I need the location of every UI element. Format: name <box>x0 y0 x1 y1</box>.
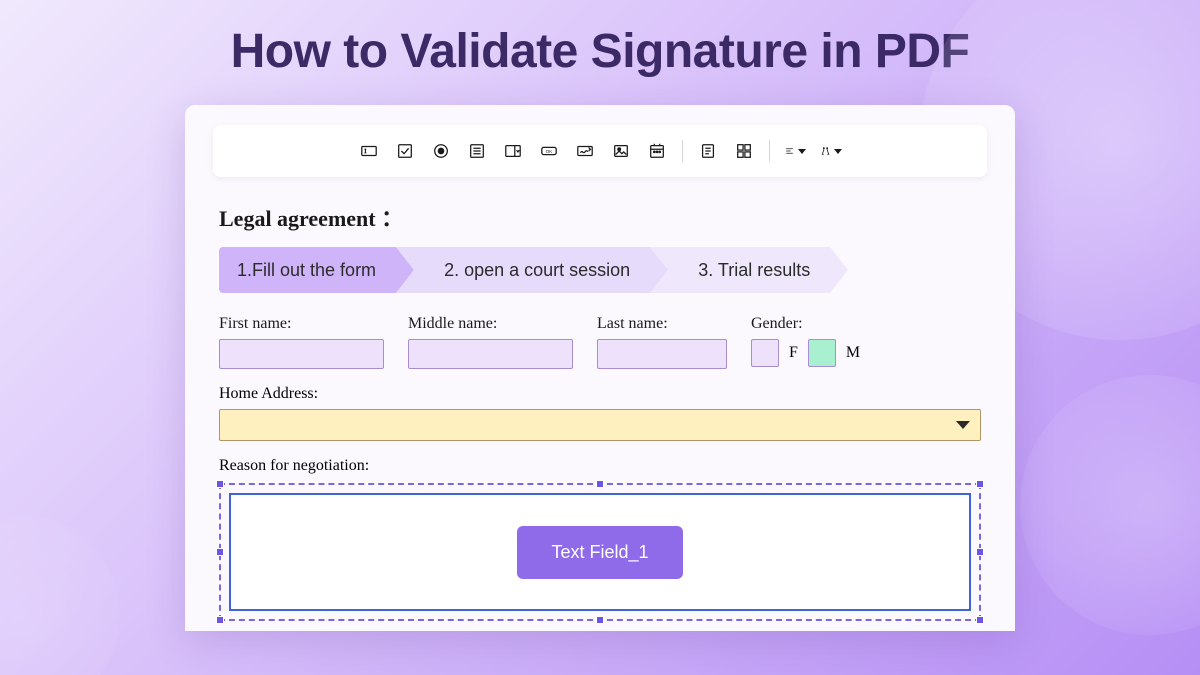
section-title: Legal agreement ： <box>185 195 1015 247</box>
middle-name-label: Middle name: <box>408 315 573 333</box>
gender-m-label: M <box>846 344 860 362</box>
resize-handle[interactable] <box>976 616 984 624</box>
gender-label: Gender: <box>751 315 860 333</box>
ok-button-icon[interactable]: OK <box>538 141 560 161</box>
step-label: 1.Fill out the form <box>237 260 376 281</box>
home-address-label: Home Address: <box>219 385 981 403</box>
resize-handle[interactable] <box>216 480 224 488</box>
bg-decoration <box>0 515 120 675</box>
middle-name-input[interactable] <box>408 339 573 369</box>
tools-icon[interactable] <box>820 141 842 161</box>
selected-field-outline[interactable]: Text Field_1 <box>219 483 981 621</box>
home-address-field: Home Address: <box>185 385 1015 457</box>
date-field-icon[interactable] <box>646 141 668 161</box>
image-field-icon[interactable] <box>610 141 632 161</box>
svg-text:OK: OK <box>546 149 553 154</box>
last-name-label: Last name: <box>597 315 727 333</box>
gender-field: Gender: F M <box>751 315 860 369</box>
first-name-label: First name: <box>219 315 384 333</box>
toolbar-separator <box>682 140 683 162</box>
radio-button-icon[interactable] <box>430 141 452 161</box>
list-box-icon[interactable] <box>466 141 488 161</box>
step-label: 3. Trial results <box>698 260 810 281</box>
resize-handle[interactable] <box>216 616 224 624</box>
step-trial-results[interactable]: 3. Trial results <box>668 247 848 293</box>
toolbar-separator <box>769 140 770 162</box>
resize-handle[interactable] <box>596 616 604 624</box>
step-court-session[interactable]: 2. open a court session <box>414 247 668 293</box>
editor-panel: OK Legal agreement ： 1.Fill out the form… <box>185 105 1015 631</box>
combo-box-icon[interactable] <box>502 141 524 161</box>
text-field-area[interactable]: Text Field_1 <box>229 493 971 611</box>
gender-m-checkbox[interactable] <box>808 339 836 367</box>
last-name-input[interactable] <box>597 339 727 369</box>
name-row: First name: Middle name: Last name: Gend… <box>185 315 1015 385</box>
resize-handle[interactable] <box>596 480 604 488</box>
first-name-input[interactable] <box>219 339 384 369</box>
page-title: How to Validate Signature in PDF <box>0 0 1200 79</box>
last-name-field: Last name: <box>597 315 727 369</box>
middle-name-field: Middle name: <box>408 315 573 369</box>
step-label: 2. open a court session <box>444 260 630 281</box>
field-placeholder-badge: Text Field_1 <box>517 526 682 579</box>
reason-label: Reason for negotiation: <box>219 457 981 475</box>
text-field-icon[interactable] <box>358 141 380 161</box>
align-icon[interactable] <box>784 141 806 161</box>
step-crumb: 1.Fill out the form 2. open a court sess… <box>185 247 1015 315</box>
chevron-down-icon <box>956 421 970 429</box>
reason-field: Reason for negotiation: Text Field_1 <box>185 457 1015 631</box>
resize-handle[interactable] <box>976 548 984 556</box>
resize-handle[interactable] <box>216 548 224 556</box>
gender-f-label: F <box>789 344 798 362</box>
first-name-field: First name: <box>219 315 384 369</box>
bg-decoration <box>1020 375 1200 635</box>
grid-view-icon[interactable] <box>733 141 755 161</box>
resize-handle[interactable] <box>976 480 984 488</box>
step-fill-form[interactable]: 1.Fill out the form <box>219 247 414 293</box>
checkbox-icon[interactable] <box>394 141 416 161</box>
gender-f-checkbox[interactable] <box>751 339 779 367</box>
home-address-combo[interactable] <box>219 409 981 441</box>
form-properties-icon[interactable] <box>697 141 719 161</box>
form-toolbar: OK <box>213 125 987 177</box>
signature-field-icon[interactable] <box>574 141 596 161</box>
